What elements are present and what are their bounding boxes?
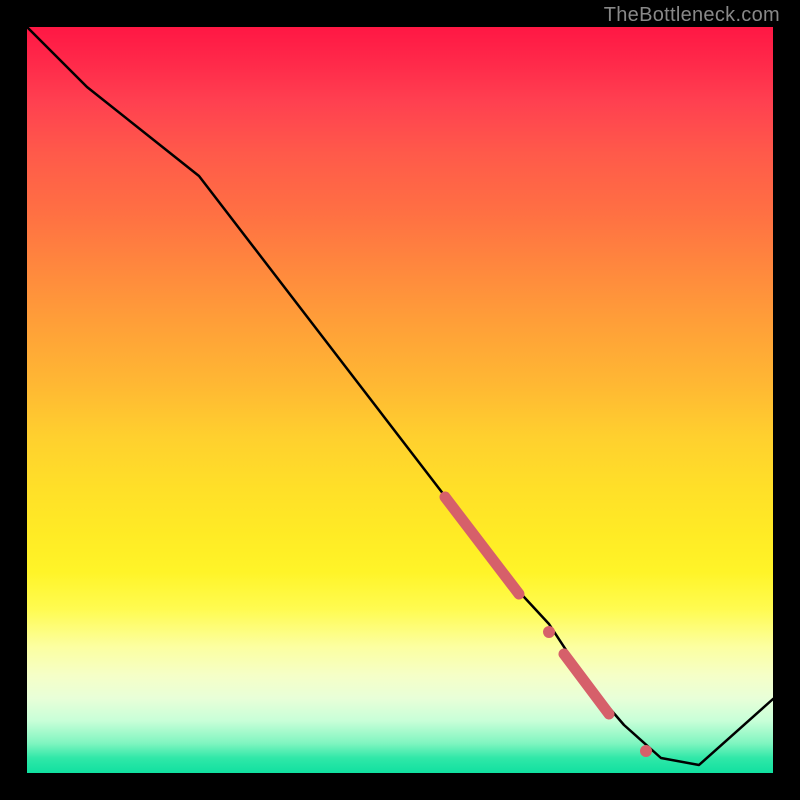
highlight-dot-2 — [640, 745, 652, 757]
chart-svg — [27, 27, 773, 773]
watermark-text: TheBottleneck.com — [604, 4, 780, 27]
bottleneck-curve — [27, 27, 773, 765]
chart-container: TheBottleneck.com — [0, 0, 800, 800]
highlight-segment-2 — [564, 654, 609, 714]
highlight-segment-1 — [445, 497, 519, 594]
plot-area — [27, 27, 773, 773]
highlight-dot-1 — [543, 626, 555, 638]
